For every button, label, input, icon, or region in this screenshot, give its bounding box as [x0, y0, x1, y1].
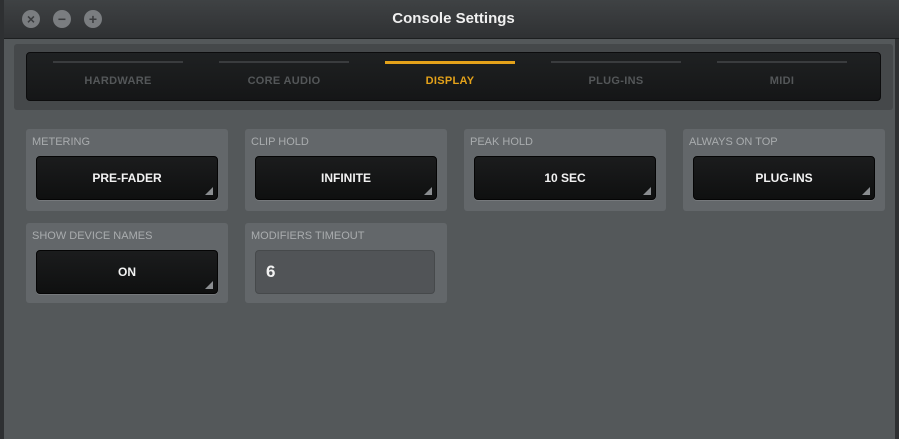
tab-label: DISPLAY: [425, 75, 475, 87]
tab-indicator: [717, 61, 847, 63]
console-settings-window: × − + Console Settings HARDWARE CORE AUD…: [0, 0, 899, 439]
modifiers-timeout-value: 6: [266, 262, 276, 281]
clip-hold-value: INFINITE: [321, 171, 371, 185]
tab-indicator: [385, 61, 515, 64]
tab-label: CORE AUDIO: [247, 75, 321, 87]
tab-hardware[interactable]: HARDWARE: [35, 53, 201, 100]
tab-core-audio[interactable]: CORE AUDIO: [201, 53, 367, 100]
always-on-top-dropdown[interactable]: PLUG-INS: [693, 156, 875, 200]
always-on-top-label: ALWAYS ON TOP: [689, 136, 778, 148]
dropdown-corner-icon: [205, 187, 213, 195]
tab-bar-container: HARDWARE CORE AUDIO DISPLAY PLUG-INS MID…: [14, 44, 893, 110]
dropdown-corner-icon: [424, 187, 432, 195]
peak-hold-label: PEAK HOLD: [470, 136, 533, 148]
peak-hold-panel: PEAK HOLD 10 SEC: [464, 129, 666, 211]
show-device-names-value: ON: [118, 265, 136, 279]
modifiers-timeout-label: MODIFIERS TIMEOUT: [251, 230, 365, 242]
show-device-names-dropdown[interactable]: ON: [36, 250, 218, 294]
metering-panel: METERING PRE-FADER: [26, 129, 228, 211]
window-title: Console Settings: [392, 10, 515, 27]
metering-label: METERING: [32, 136, 91, 148]
show-device-names-label: SHOW DEVICE NAMES: [32, 230, 153, 242]
clip-hold-panel: CLIP HOLD INFINITE: [245, 129, 447, 211]
dropdown-corner-icon: [205, 281, 213, 289]
metering-dropdown[interactable]: PRE-FADER: [36, 156, 218, 200]
always-on-top-panel: ALWAYS ON TOP PLUG-INS: [683, 129, 885, 211]
modifiers-timeout-panel: MODIFIERS TIMEOUT 6: [245, 223, 447, 303]
tab-plug-ins[interactable]: PLUG-INS: [533, 53, 699, 100]
tab-midi[interactable]: MIDI: [699, 53, 865, 100]
always-on-top-value: PLUG-INS: [755, 171, 813, 185]
tab-indicator: [219, 61, 349, 63]
dropdown-corner-icon: [862, 187, 870, 195]
clip-hold-label: CLIP HOLD: [251, 136, 309, 148]
clip-hold-dropdown[interactable]: INFINITE: [255, 156, 437, 200]
peak-hold-value: 10 SEC: [544, 171, 586, 185]
tab-label: MIDI: [769, 75, 795, 87]
dropdown-corner-icon: [643, 187, 651, 195]
tab-bar: HARDWARE CORE AUDIO DISPLAY PLUG-INS MID…: [26, 52, 881, 101]
tab-label: HARDWARE: [84, 75, 152, 87]
tab-indicator: [53, 61, 183, 63]
tab-label: PLUG-INS: [588, 75, 644, 87]
peak-hold-dropdown[interactable]: 10 SEC: [474, 156, 656, 200]
modifiers-timeout-input[interactable]: 6: [255, 250, 435, 294]
tab-indicator: [551, 61, 681, 63]
show-device-names-panel: SHOW DEVICE NAMES ON: [26, 223, 228, 303]
tab-display[interactable]: DISPLAY: [367, 53, 533, 100]
metering-value: PRE-FADER: [92, 171, 162, 185]
title-bar[interactable]: × − + Console Settings: [4, 0, 899, 39]
